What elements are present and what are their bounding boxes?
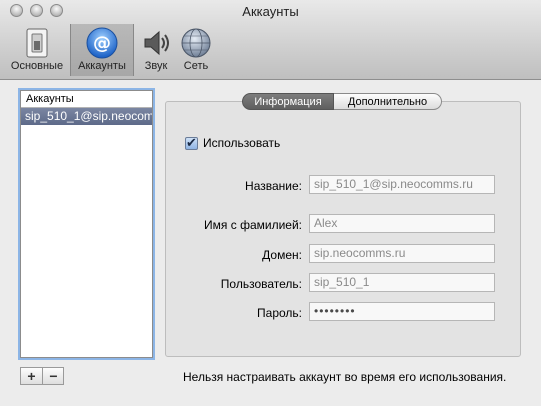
accounts-list-header: Аккаунты [21, 91, 152, 108]
tab-advanced[interactable]: Дополнительно [334, 93, 442, 110]
svg-text:@: @ [93, 33, 111, 54]
toolbar-item-general[interactable]: Основные [6, 24, 68, 76]
status-note: Нельзя настраивать аккаунт во время его … [183, 370, 507, 384]
domain-label: Домен: [262, 248, 302, 262]
account-list-item[interactable]: sip_510_1@sip.neocomms.ru [21, 108, 152, 125]
toolbar-label: Аккаунты [78, 60, 126, 72]
window-title: Аккаунты [242, 4, 299, 19]
full-name-field[interactable]: Alex [309, 214, 495, 233]
tab-info[interactable]: Информация [242, 93, 334, 110]
toolbar-label: Сеть [183, 60, 209, 72]
full-name-label: Имя с фамилией: [204, 218, 302, 232]
globe-icon [180, 27, 212, 59]
use-account-label: Использовать [203, 136, 281, 150]
checkmark-icon: ✔ [186, 135, 197, 150]
toolbar-item-sound[interactable]: Звук [136, 24, 176, 76]
toolbar-item-accounts[interactable]: @ Аккаунты [70, 24, 134, 76]
toolbar-label: Основные [10, 60, 64, 72]
add-account-button[interactable]: + [21, 368, 42, 384]
toolbar-item-network[interactable]: Сеть [178, 24, 214, 76]
domain-field[interactable]: sip.neocomms.ru [309, 244, 495, 263]
use-account-checkbox[interactable]: ✔ [185, 135, 198, 150]
toolbar-label: Звук [144, 60, 168, 72]
add-remove-control: + − [20, 367, 64, 385]
preferences-window: Аккаунты Основные @ Аккаунты Звук Сеть А… [0, 0, 541, 406]
accounts-list[interactable]: Аккаунты sip_510_1@sip.neocomms.ru [20, 90, 153, 358]
name-field[interactable]: sip_510_1@sip.neocomms.ru [309, 175, 495, 194]
username-field[interactable]: sip_510_1 [309, 273, 495, 292]
switch-icon [21, 27, 53, 59]
username-label: Пользователь: [220, 277, 302, 291]
title-bar: Аккаунты Основные @ Аккаунты Звук Сеть [0, 0, 541, 80]
speaker-icon [140, 27, 172, 59]
remove-account-button[interactable]: − [43, 368, 64, 384]
password-label: Пароль: [257, 306, 302, 320]
name-label: Название: [245, 179, 302, 193]
at-sign-icon: @ [86, 27, 118, 59]
password-field[interactable]: •••••••• [309, 302, 495, 321]
